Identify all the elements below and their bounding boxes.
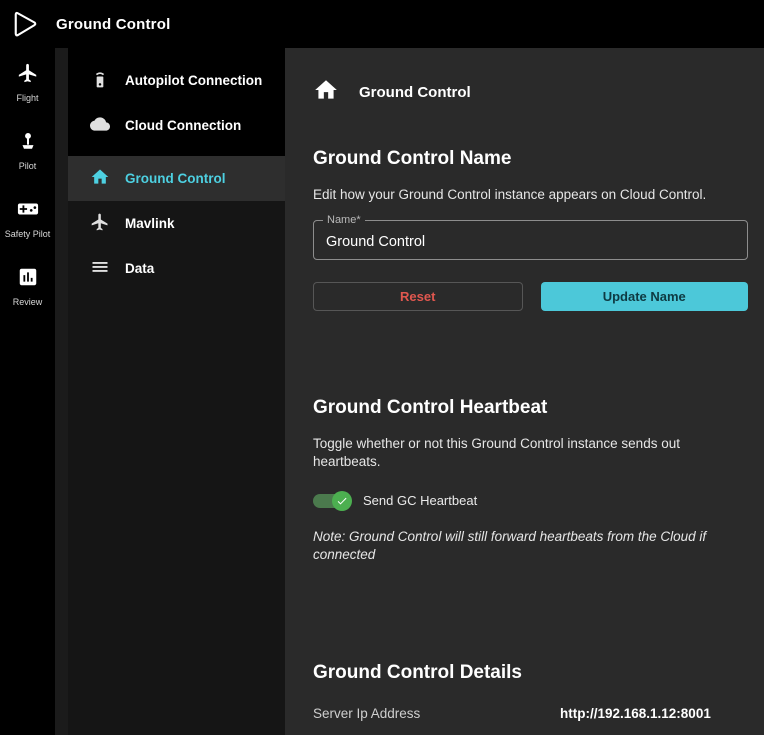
- nav-rail-item-flight[interactable]: Flight: [0, 62, 55, 104]
- nav-rail-item-review[interactable]: Review: [0, 266, 55, 308]
- nav-rail-item-pilot[interactable]: Pilot: [0, 130, 55, 172]
- nav-rail-item-safety-pilot[interactable]: Safety Pilot: [0, 198, 55, 240]
- sidebar-item-ground-control[interactable]: Ground Control: [68, 156, 285, 201]
- app-title: Ground Control: [56, 16, 170, 33]
- sidebar-item-label: Ground Control: [125, 171, 225, 186]
- heartbeat-toggle-row: Send GC Heartbeat: [313, 490, 748, 512]
- joystick-icon: [17, 130, 39, 157]
- home-icon: [90, 167, 110, 190]
- plane-icon: [90, 212, 110, 235]
- gamepad-icon: [17, 198, 39, 225]
- top-bar: Ground Control: [0, 0, 764, 48]
- remote-icon: [90, 69, 110, 92]
- heartbeat-section-description: Toggle whether or not this Ground Contro…: [313, 435, 748, 471]
- list-icon: [90, 257, 110, 280]
- sidebar-item-autopilot-connection[interactable]: Autopilot Connection: [68, 58, 285, 103]
- name-input[interactable]: [314, 221, 747, 259]
- sidebar-item-mavlink[interactable]: Mavlink: [68, 201, 285, 246]
- detail-value: http://192.168.1.12:8001: [560, 706, 711, 721]
- sidebar-item-cloud-connection[interactable]: Cloud Connection: [68, 103, 285, 148]
- heartbeat-note: Note: Ground Control will still forward …: [313, 528, 748, 564]
- detail-row-server-ip: Server Ip Address http://192.168.1.12:80…: [313, 706, 748, 721]
- main-content: Ground Control Ground Control Name Edit …: [285, 48, 764, 735]
- toggle-check-icon: [332, 491, 352, 511]
- detail-label: Server Ip Address: [313, 706, 560, 721]
- home-icon: [313, 77, 339, 108]
- bar-chart-icon: [17, 266, 39, 293]
- sidebar-item-label: Mavlink: [125, 216, 175, 231]
- page-title: Ground Control: [359, 84, 471, 101]
- nav-rail-label: Flight: [16, 94, 38, 104]
- nav-rail-label: Pilot: [19, 162, 37, 172]
- page-header: Ground Control: [313, 78, 748, 106]
- name-section-title: Ground Control Name: [313, 148, 748, 170]
- plane-icon: [17, 62, 39, 89]
- name-field-label: Name*: [323, 214, 365, 226]
- heartbeat-toggle-label: Send GC Heartbeat: [363, 493, 477, 508]
- heartbeat-section-title: Ground Control Heartbeat: [313, 397, 748, 419]
- connection-menu-group: Autopilot Connection Cloud Connection: [68, 48, 285, 156]
- sidebar-item-label: Autopilot Connection: [125, 73, 262, 88]
- sidebar-item-label: Data: [125, 261, 154, 276]
- sidebar-item-label: Cloud Connection: [125, 118, 241, 133]
- name-actions: Reset Update Name: [313, 282, 748, 311]
- settings-sidebar: Autopilot Connection Cloud Connection Gr…: [68, 48, 285, 735]
- nav-rail-label: Safety Pilot: [5, 230, 51, 240]
- app-logo-icon: [10, 9, 40, 39]
- heartbeat-toggle[interactable]: [313, 494, 349, 508]
- name-field: Name*: [313, 220, 748, 260]
- nav-rail-label: Review: [13, 298, 43, 308]
- name-section-description: Edit how your Ground Control instance ap…: [313, 186, 748, 204]
- update-name-button[interactable]: Update Name: [541, 282, 749, 311]
- reset-button[interactable]: Reset: [313, 282, 523, 311]
- cloud-icon: [90, 114, 110, 137]
- sidebar-item-data[interactable]: Data: [68, 246, 285, 291]
- details-section-title: Ground Control Details: [313, 662, 748, 684]
- nav-rail: Flight Pilot Safety Pilot Review: [0, 48, 55, 735]
